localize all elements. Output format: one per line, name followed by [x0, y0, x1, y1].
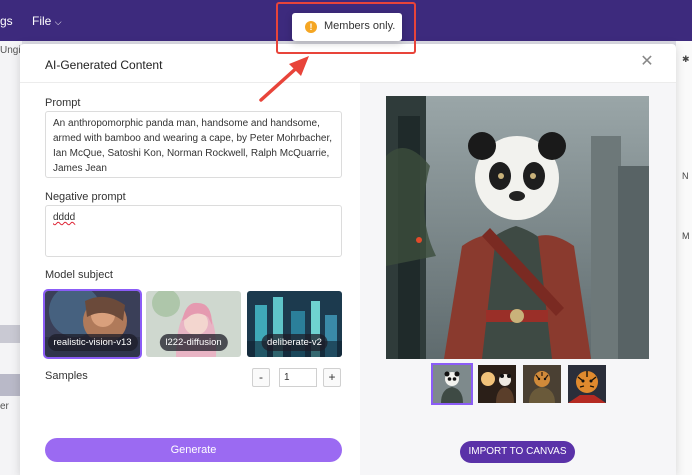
thumbnail-image: [568, 365, 606, 403]
generate-button[interactable]: Generate: [45, 438, 342, 462]
left-panel-band: [0, 374, 22, 396]
model-list: realistic-vision-v13 l222-diffusion deli…: [43, 289, 342, 359]
prompt-input[interactable]: An anthropomorphic panda man, handsome a…: [45, 111, 342, 178]
prompt-text: An anthropomorphic panda man, handsome a…: [53, 118, 333, 174]
thumbnail-strip: [431, 363, 608, 405]
negative-prompt-input[interactable]: dddd: [45, 205, 342, 257]
chevron-down-icon: ⌵: [54, 17, 62, 27]
thumbnail-image: [433, 365, 471, 403]
annotation-arrow-icon: [259, 56, 309, 102]
left-panel: Ungi er: [0, 41, 22, 475]
thumbnail-tiger-warrior[interactable]: [523, 365, 561, 403]
left-panel-text: er: [0, 401, 9, 412]
model-card-realistic-vision[interactable]: realistic-vision-v13: [43, 289, 142, 359]
model-name: deliberate-v2: [261, 334, 328, 351]
negative-prompt-label: Negative prompt: [45, 191, 126, 203]
pin-icon[interactable]: ✱: [682, 54, 690, 65]
samples-stepper: - +: [252, 368, 342, 387]
right-panel: ✱ N M: [676, 41, 692, 475]
thumbnail-panda-lamp[interactable]: [478, 365, 516, 403]
model-subject-label: Model subject: [45, 269, 113, 281]
negative-prompt-text: dddd: [53, 212, 76, 223]
samples-input[interactable]: [279, 368, 317, 387]
left-panel-text: Ungi: [0, 45, 21, 56]
thumbnail-panda[interactable]: [431, 363, 473, 405]
form-pane: Prompt An anthropomorphic panda man, han…: [20, 83, 360, 475]
right-panel-text: N: [682, 171, 689, 181]
left-panel-band: [0, 325, 22, 343]
file-menu[interactable]: File ⌵: [32, 14, 62, 28]
toast-message: Members only.: [324, 20, 396, 32]
thumbnail-image: [478, 365, 516, 403]
right-panel-text: M: [682, 231, 690, 241]
thumbnail-image: [523, 365, 561, 403]
model-card-deliberate-v2[interactable]: deliberate-v2: [247, 291, 342, 357]
members-only-toast: ! Members only.: [292, 13, 402, 41]
panda-image: [386, 96, 649, 359]
import-to-canvas-button[interactable]: IMPORT TO CANVAS: [460, 441, 575, 463]
generated-image: [386, 96, 649, 359]
dialog-title: AI-Generated Content: [45, 58, 163, 72]
prompt-label: Prompt: [45, 97, 81, 109]
decrement-button[interactable]: -: [252, 368, 270, 387]
model-name: realistic-vision-v13: [47, 334, 138, 351]
thumbnail-tiger-face[interactable]: [568, 365, 606, 403]
model-card-l222-diffusion[interactable]: l222-diffusion: [146, 291, 241, 357]
menu-fragment[interactable]: gs: [0, 14, 13, 28]
file-menu-label: File: [32, 14, 52, 28]
increment-button[interactable]: +: [323, 368, 341, 387]
model-name: l222-diffusion: [159, 334, 228, 351]
close-icon[interactable]: ✕: [639, 54, 655, 70]
warning-icon: !: [305, 21, 317, 33]
samples-label: Samples: [45, 370, 88, 382]
